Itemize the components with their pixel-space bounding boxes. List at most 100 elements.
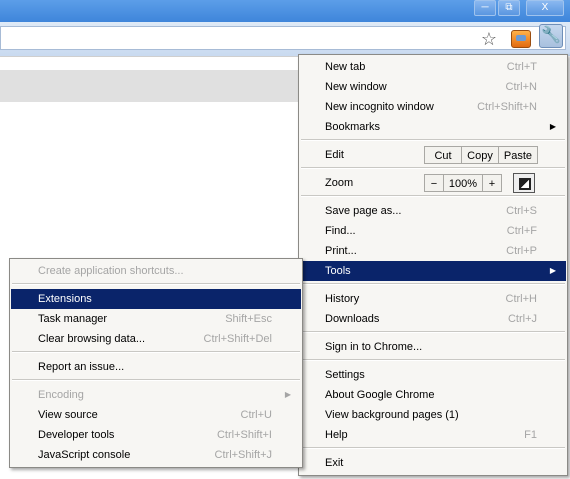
menu-item-label: About Google Chrome (325, 389, 435, 401)
menu-item-create-shortcuts: Create application shortcuts... (11, 261, 301, 281)
menu-item-javascript-console[interactable]: JavaScript console Ctrl+Shift+J (11, 445, 301, 465)
minimize-button[interactable]: ─ (474, 0, 496, 16)
shortcut-label: Ctrl+Shift+N (477, 101, 537, 113)
title-bar: ─ ⧉ X (0, 0, 570, 22)
close-icon: X (541, 2, 549, 13)
menu-item-task-manager[interactable]: Task manager Shift+Esc (11, 309, 301, 329)
menu-item-help[interactable]: Help F1 (300, 425, 566, 445)
wrench-icon: 🔧 (541, 27, 561, 44)
address-bar[interactable]: ☆ (0, 26, 566, 50)
shortcut-label: Ctrl+H (505, 293, 537, 305)
shortcut-label: Ctrl+N (505, 81, 537, 93)
menu-item-label: New window (325, 81, 387, 93)
close-button[interactable]: X (526, 0, 564, 16)
menu-item-label: Create application shortcuts... (38, 265, 184, 277)
menu-separator (301, 139, 565, 141)
submenu-arrow-icon: ▶ (284, 390, 291, 399)
menu-item-developer-tools[interactable]: Developer tools Ctrl+Shift+I (11, 425, 301, 445)
menu-item-label: Settings (325, 369, 365, 381)
menu-item-downloads[interactable]: Downloads Ctrl+J (300, 309, 566, 329)
shortcut-label: Ctrl+J (507, 313, 537, 325)
menu-item-label: Exit (325, 457, 344, 469)
page-divider (0, 56, 300, 57)
star-icon[interactable]: ☆ (479, 30, 499, 48)
menu-separator (12, 379, 300, 381)
menu-item-tools[interactable]: Tools ▶ (300, 261, 566, 281)
menu-item-new-tab[interactable]: New tab Ctrl+T (300, 57, 566, 77)
menu-item-label: New incognito window (325, 101, 434, 113)
menu-item-label: Report an issue... (38, 361, 125, 373)
shortcut-label: Ctrl+Shift+Del (203, 333, 272, 345)
menu-separator (12, 283, 300, 285)
minimize-icon: ─ (481, 2, 489, 13)
menu-item-encoding: Encoding ▶ (11, 385, 301, 405)
menu-item-print[interactable]: Print... Ctrl+P (300, 241, 566, 261)
shortcut-label: Ctrl+T (506, 61, 537, 73)
menu-item-find[interactable]: Find... Ctrl+F (300, 221, 566, 241)
menu-item-exit[interactable]: Exit (300, 453, 566, 473)
shortcut-label: Ctrl+U (240, 409, 272, 421)
menu-separator (301, 331, 565, 333)
wrench-menu-button[interactable]: 🔧 (539, 24, 563, 48)
zoom-level: 100% (443, 174, 483, 192)
shortcut-label: Ctrl+Shift+I (216, 429, 272, 441)
menu-item-extensions[interactable]: Extensions (11, 289, 301, 309)
menu-item-label: Edit (325, 149, 344, 161)
menu-item-label: Extensions (38, 293, 92, 305)
menu-item-new-incognito[interactable]: New incognito window Ctrl+Shift+N (300, 97, 566, 117)
shortcut-label: Ctrl+Shift+J (214, 449, 272, 461)
menu-item-report-issue[interactable]: Report an issue... (11, 357, 301, 377)
menu-separator (301, 283, 565, 285)
menu-item-bookmarks[interactable]: Bookmarks ▶ (300, 117, 566, 137)
menu-item-zoom: Zoom − 100% + (300, 173, 566, 193)
shortcut-label: Ctrl+F (506, 225, 537, 237)
restore-icon: ⧉ (505, 2, 513, 13)
menu-separator (301, 359, 565, 361)
fullscreen-icon[interactable] (513, 173, 535, 193)
cut-button[interactable]: Cut (424, 146, 462, 164)
menu-item-label: Downloads (325, 313, 380, 325)
menu-item-new-window[interactable]: New window Ctrl+N (300, 77, 566, 97)
menu-item-label: JavaScript console (38, 449, 131, 461)
tools-submenu: Create application shortcuts... Extensio… (9, 258, 303, 468)
submenu-arrow-icon: ▶ (549, 266, 556, 275)
chrome-menu: New tab Ctrl+T New window Ctrl+N New inc… (298, 54, 568, 476)
menu-item-save-page[interactable]: Save page as... Ctrl+S (300, 201, 566, 221)
menu-item-clear-browsing-data[interactable]: Clear browsing data... Ctrl+Shift+Del (11, 329, 301, 349)
menu-item-about[interactable]: About Google Chrome (300, 385, 566, 405)
menu-item-label: Help (325, 429, 348, 441)
menu-item-history[interactable]: History Ctrl+H (300, 289, 566, 309)
menu-item-view-source[interactable]: View source Ctrl+U (11, 405, 301, 425)
menu-item-label: Tools (325, 265, 351, 277)
menu-item-label: Save page as... (325, 205, 402, 217)
menu-item-label: Print... (325, 245, 357, 257)
menu-separator (12, 351, 300, 353)
menu-separator (301, 195, 565, 197)
menu-item-background-pages[interactable]: View background pages (1) (300, 405, 566, 425)
shortcut-label: Ctrl+S (506, 205, 537, 217)
menu-item-sign-in[interactable]: Sign in to Chrome... (300, 337, 566, 357)
restore-button[interactable]: ⧉ (498, 0, 520, 16)
menu-separator (301, 167, 565, 169)
zoom-out-button[interactable]: − (424, 174, 444, 192)
menu-item-label: Clear browsing data... (38, 333, 145, 345)
menu-item-edit: Edit Cut Copy Paste (300, 145, 566, 165)
menu-item-label: Zoom (325, 177, 354, 189)
menu-item-label: New tab (325, 61, 366, 73)
menu-item-settings[interactable]: Settings (300, 365, 566, 385)
menu-separator (301, 447, 565, 449)
menu-item-label: Task manager (38, 313, 108, 325)
shortcut-label: Ctrl+P (506, 245, 537, 257)
shortcut-label: F1 (524, 429, 537, 441)
menu-item-label: Encoding (38, 389, 84, 401)
menu-item-label: Developer tools (38, 429, 115, 441)
browser-toolbar: ☆ 🔧 (0, 22, 570, 56)
menu-item-label: Sign in to Chrome... (325, 341, 423, 353)
zoom-in-button[interactable]: + (482, 174, 502, 192)
copy-button[interactable]: Copy (461, 146, 499, 164)
shortcut-label: Shift+Esc (225, 313, 272, 325)
menu-item-label: View background pages (1) (325, 409, 459, 421)
submenu-arrow-icon: ▶ (549, 122, 556, 131)
extension-icon[interactable] (511, 30, 531, 48)
paste-button[interactable]: Paste (498, 146, 538, 164)
